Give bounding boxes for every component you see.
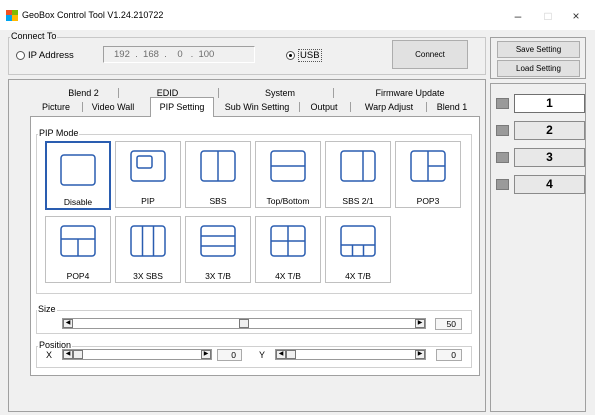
layer-row-4[interactable]: 4 bbox=[494, 175, 585, 194]
tab-separator bbox=[426, 102, 427, 112]
pip-mode-sbs-2-1[interactable]: SBS 2/1 bbox=[325, 141, 391, 208]
layer-2-button[interactable]: 2 bbox=[514, 121, 585, 140]
pip-mode-label: 4X T/B bbox=[275, 271, 301, 281]
3x-sbs-layout-icon bbox=[130, 225, 166, 257]
save-setting-button[interactable]: Save Setting bbox=[497, 41, 580, 58]
pip-mode-3x-tb[interactable]: 3X T/B bbox=[185, 216, 251, 283]
layer-chip-icon bbox=[496, 98, 509, 109]
pip-layout-icon bbox=[130, 150, 166, 182]
position-y-slider[interactable]: ◀ ▶ bbox=[275, 349, 426, 360]
tab-blend-2[interactable]: Blend 2 bbox=[56, 87, 111, 99]
tab-separator bbox=[299, 102, 300, 112]
pip-mode-label: 4X T/B bbox=[345, 271, 371, 281]
position-x-right-arrow[interactable]: ▶ bbox=[201, 350, 211, 359]
3x-tb-layout-icon bbox=[200, 225, 236, 257]
pip-mode-pop3[interactable]: POP3 bbox=[395, 141, 461, 208]
position-y-value: 0 bbox=[436, 349, 462, 361]
position-y-slider-thumb[interactable] bbox=[286, 350, 296, 359]
layer-chip-icon bbox=[496, 179, 509, 190]
pip-mode-label: PIP bbox=[141, 196, 155, 206]
pip-mode-label: SBS 2/1 bbox=[342, 196, 374, 206]
tab-firmware-update[interactable]: Firmware Update bbox=[360, 87, 460, 99]
pop3-layout-icon bbox=[410, 150, 446, 182]
pip-mode-disable[interactable]: Disable bbox=[45, 141, 111, 210]
usb-radio[interactable] bbox=[286, 51, 295, 60]
tab-pip-setting[interactable]: PIP Setting bbox=[150, 97, 214, 117]
pip-mode-top-bottom[interactable]: Top/Bottom bbox=[255, 141, 321, 208]
4x-tb-layout-icon bbox=[340, 225, 376, 257]
pip-mode-label: POP4 bbox=[66, 271, 90, 281]
4x-grid-layout-icon bbox=[270, 225, 306, 257]
layer-3-button[interactable]: 3 bbox=[514, 148, 585, 167]
load-setting-button[interactable]: Load Setting bbox=[497, 60, 580, 77]
layer-4-button[interactable]: 4 bbox=[514, 175, 585, 194]
connect-legend: Connect To bbox=[10, 31, 58, 41]
pip-mode-label: POP3 bbox=[416, 196, 440, 206]
position-y-label: Y bbox=[259, 350, 266, 360]
position-x-label: X bbox=[46, 350, 53, 360]
active-tab-joint bbox=[151, 115, 213, 117]
tab-separator bbox=[350, 102, 351, 112]
layer-chip-icon bbox=[496, 152, 509, 163]
tab-video-wall[interactable]: Video Wall bbox=[87, 101, 139, 113]
position-x-left-arrow[interactable]: ◀ bbox=[63, 350, 73, 359]
disable-layout-icon bbox=[60, 154, 96, 186]
size-left-arrow[interactable]: ◀ bbox=[63, 319, 73, 328]
sbs-layout-icon bbox=[200, 150, 236, 182]
layer-row-1[interactable]: 1 bbox=[494, 94, 585, 113]
layer-1-button[interactable]: 1 bbox=[514, 94, 585, 113]
tab-sub-win-setting[interactable]: Sub Win Setting bbox=[220, 101, 294, 113]
ip-address-field[interactable]: 192 . 168 . 0 . 100 bbox=[103, 46, 255, 63]
ip-address-value: 192 . 168 . 0 . 100 bbox=[114, 49, 215, 60]
tab-picture[interactable]: Picture bbox=[36, 101, 76, 113]
size-slider[interactable]: ◀ ▶ bbox=[62, 318, 426, 329]
size-slider-thumb[interactable] bbox=[239, 319, 249, 328]
pip-mode-label: Top/Bottom bbox=[266, 196, 310, 206]
pip-mode-label: 3X T/B bbox=[205, 271, 231, 281]
pip-mode-legend: PIP Mode bbox=[38, 128, 80, 138]
usb-label: USB bbox=[298, 49, 322, 62]
window-title: GeoBox Control Tool V1.24.210722 bbox=[22, 10, 164, 20]
tab-separator bbox=[218, 88, 219, 98]
pip-mode-label: 3X SBS bbox=[133, 271, 163, 281]
ip-address-label: IP Address bbox=[28, 50, 74, 61]
sbs-2-1-layout-icon bbox=[340, 150, 376, 182]
pip-mode-label: Disable bbox=[63, 197, 93, 207]
ip-address-radio[interactable] bbox=[16, 51, 25, 60]
size-value: 50 bbox=[435, 318, 462, 330]
position-x-value: 0 bbox=[217, 349, 242, 361]
position-x-slider-thumb[interactable] bbox=[73, 350, 83, 359]
pip-mode-4x-grid[interactable]: 4X T/B bbox=[255, 216, 321, 283]
layer-chip-icon bbox=[496, 125, 509, 136]
pip-mode-sbs[interactable]: SBS bbox=[185, 141, 251, 208]
pip-mode-label: SBS bbox=[209, 196, 227, 206]
position-y-right-arrow[interactable]: ▶ bbox=[415, 350, 425, 359]
pip-mode-3x-sbs[interactable]: 3X SBS bbox=[115, 216, 181, 283]
top-bottom-layout-icon bbox=[270, 150, 306, 182]
size-legend: Size bbox=[37, 304, 57, 314]
tab-system[interactable]: System bbox=[240, 87, 320, 99]
tab-output[interactable]: Output bbox=[306, 101, 342, 113]
tab-separator bbox=[333, 88, 334, 98]
minimize-button[interactable]: – bbox=[506, 6, 530, 26]
tab-separator bbox=[118, 88, 119, 98]
pip-mode-pip[interactable]: PIP bbox=[115, 141, 181, 208]
pip-mode-4x-tb[interactable]: 4X T/B bbox=[325, 216, 391, 283]
layer-row-3[interactable]: 3 bbox=[494, 148, 585, 167]
pop4-layout-icon bbox=[60, 225, 96, 257]
close-button[interactable]: × bbox=[564, 6, 588, 26]
maximize-button[interactable]: □ bbox=[536, 6, 560, 26]
position-x-slider[interactable]: ◀ ▶ bbox=[62, 349, 212, 360]
pip-mode-pop4[interactable]: POP4 bbox=[45, 216, 111, 283]
tab-warp-adjust[interactable]: Warp Adjust bbox=[358, 101, 420, 113]
size-right-arrow[interactable]: ▶ bbox=[415, 319, 425, 328]
position-y-left-arrow[interactable]: ◀ bbox=[276, 350, 286, 359]
tab-blend-1[interactable]: Blend 1 bbox=[432, 101, 472, 113]
layer-row-2[interactable]: 2 bbox=[494, 121, 585, 140]
connect-button[interactable]: Connect bbox=[392, 40, 468, 69]
app-icon bbox=[6, 10, 18, 21]
tab-separator bbox=[82, 102, 83, 112]
